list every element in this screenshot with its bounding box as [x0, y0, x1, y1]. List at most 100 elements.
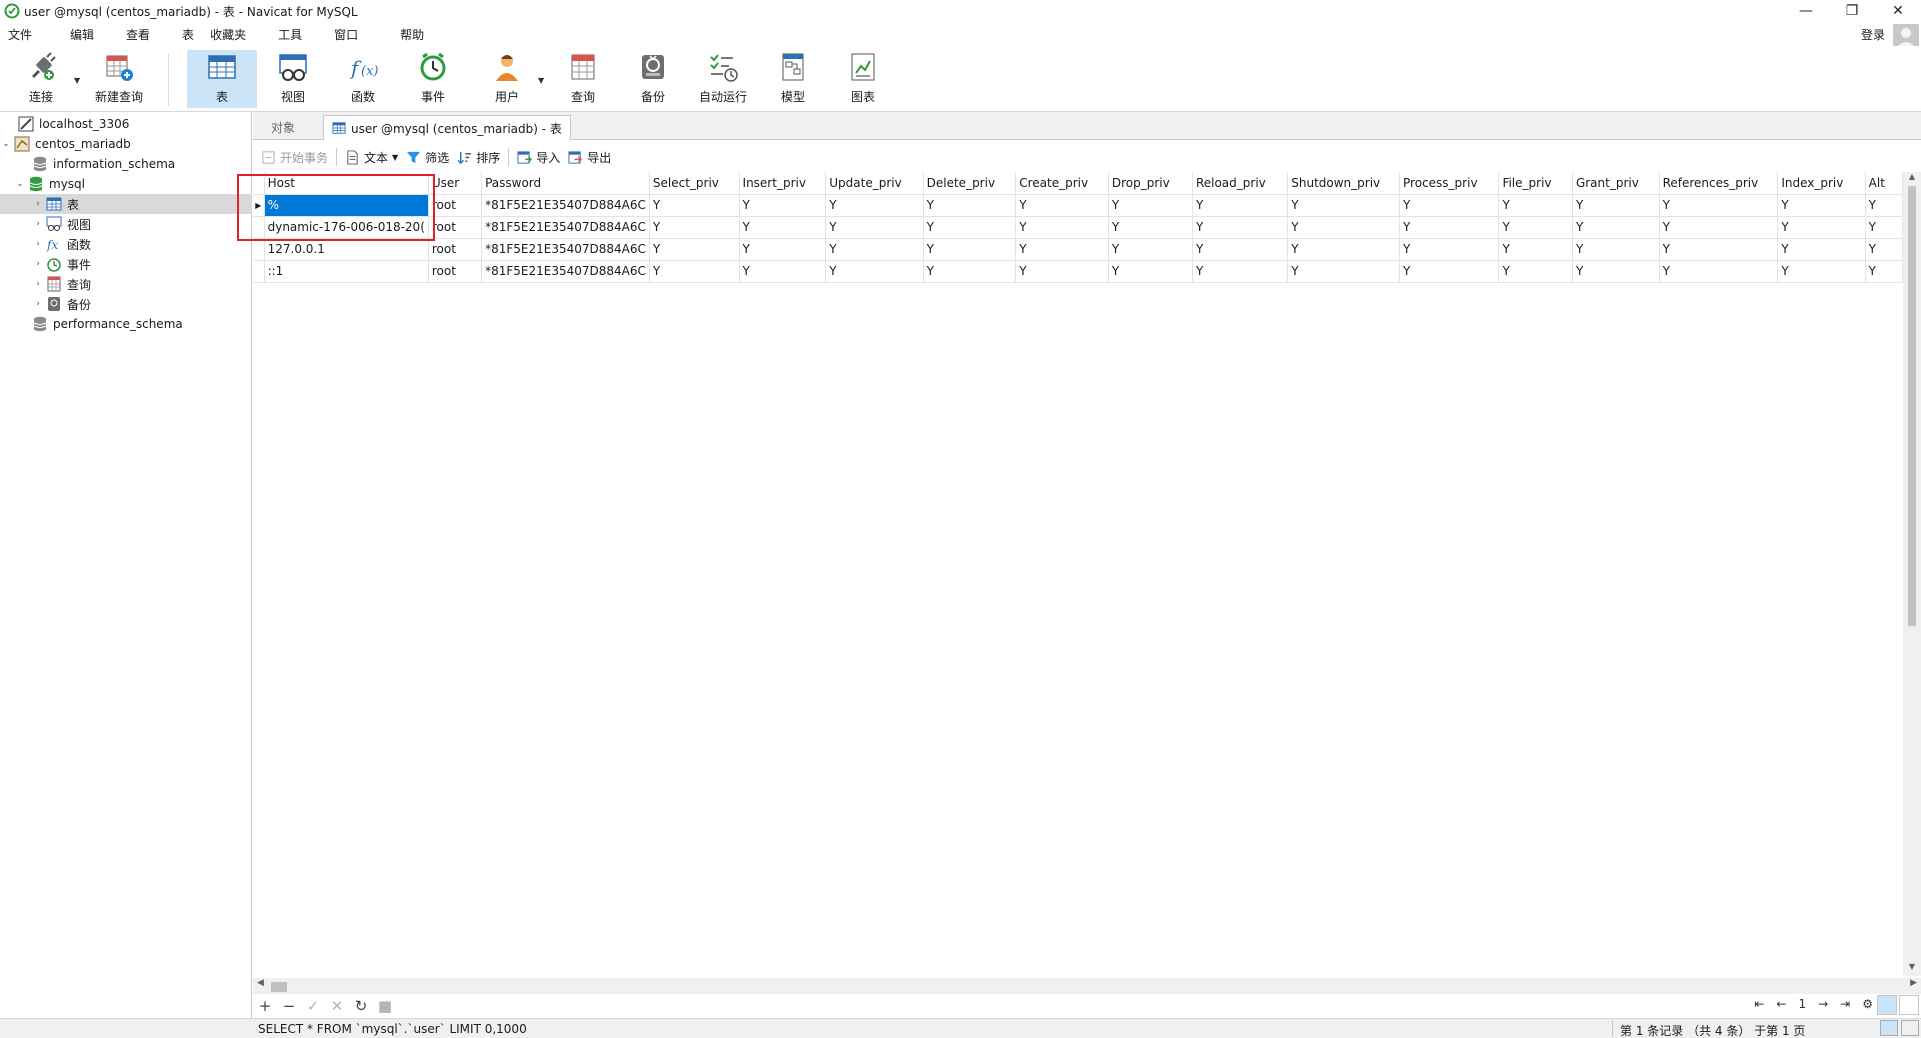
table-cell[interactable]: Y — [739, 260, 827, 283]
row-indicator[interactable] — [253, 260, 265, 283]
settings-gear-icon[interactable]: ⚙ — [1862, 997, 1873, 1011]
table-cell[interactable]: 127.0.0.1 — [264, 238, 429, 261]
connect-dropdown-icon[interactable]: ▼ — [74, 76, 80, 85]
column-header-update-priv[interactable]: Update_priv — [825, 172, 924, 195]
sort-button[interactable]: 排序 — [457, 149, 500, 166]
table-cell[interactable]: Y — [1498, 194, 1573, 217]
table-cell[interactable]: Y — [1108, 260, 1193, 283]
table-cell[interactable]: Y — [1287, 238, 1401, 261]
table-cell[interactable]: Y — [923, 216, 1017, 239]
menu-tools[interactable]: 工具 — [270, 26, 310, 43]
menu-table[interactable]: 表 — [174, 26, 202, 43]
table-cell[interactable]: Y — [1659, 238, 1779, 261]
table-cell[interactable]: Y — [1777, 238, 1866, 261]
column-header-host[interactable]: Host — [264, 172, 429, 195]
table-cell[interactable]: Y — [1192, 238, 1289, 261]
table-cell[interactable]: Y — [1287, 194, 1401, 217]
table-cell[interactable]: Y — [1399, 260, 1500, 283]
table-cell[interactable]: Y — [1777, 216, 1866, 239]
delete-record-button[interactable]: − — [277, 997, 301, 1015]
table-cell[interactable]: root — [428, 216, 483, 239]
table-cell[interactable]: Y — [1192, 260, 1289, 283]
page-number[interactable]: 1 — [1798, 997, 1806, 1011]
table-cell[interactable]: Y — [1572, 238, 1660, 261]
table-cell[interactable]: Y — [1192, 194, 1289, 217]
tab-user-table[interactable]: user @mysql (centos_mariadb) - 表 — [323, 115, 571, 140]
column-header-process-priv[interactable]: Process_priv — [1399, 172, 1500, 195]
table-cell[interactable]: Y — [1399, 194, 1500, 217]
text-dropdown-icon[interactable]: ▼ — [392, 153, 398, 162]
table-cell[interactable]: Y — [825, 216, 924, 239]
table-cell[interactable]: Y — [1287, 216, 1401, 239]
prev-page-button[interactable]: ← — [1776, 997, 1786, 1011]
table-cell[interactable]: Y — [825, 194, 924, 217]
table-cell[interactable]: Y — [1572, 260, 1660, 283]
tree-item-backups[interactable]: › 备份 — [32, 294, 91, 314]
user-button[interactable]: 用户 — [472, 50, 542, 108]
chevron-right-icon[interactable]: › — [32, 199, 44, 209]
login-link[interactable]: 登录 — [1861, 26, 1885, 43]
tree-item-mysql[interactable]: ⌄ mysql — [14, 174, 85, 194]
last-page-button[interactable]: ⇥ — [1840, 997, 1850, 1011]
text-button[interactable]: 文本 ▼ — [345, 149, 398, 166]
column-header-delete-priv[interactable]: Delete_priv — [923, 172, 1017, 195]
menu-help[interactable]: 帮助 — [392, 26, 432, 43]
menu-favorites[interactable]: 收藏夹 — [202, 26, 254, 43]
minimize-button[interactable]: — — [1783, 0, 1829, 22]
current-row-arrow-icon[interactable]: ▶ — [253, 194, 265, 217]
column-header-shutdown-priv[interactable]: Shutdown_priv — [1287, 172, 1401, 195]
scroll-down-icon[interactable]: ▼ — [1903, 962, 1921, 976]
table-cell[interactable]: Y — [1498, 216, 1573, 239]
table-cell[interactable]: Y — [739, 216, 827, 239]
filter-button[interactable]: 筛选 — [406, 149, 449, 166]
chevron-right-icon[interactable]: › — [32, 279, 44, 289]
query-button[interactable]: 查询 — [548, 50, 618, 108]
table-cell[interactable]: Y — [1399, 238, 1500, 261]
table-cell[interactable]: Y — [923, 238, 1017, 261]
chart-button[interactable]: 图表 — [828, 50, 898, 108]
vertical-scroll-thumb[interactable] — [1908, 186, 1916, 626]
import-button[interactable]: 导入 — [517, 149, 560, 166]
form-view-icon[interactable] — [1899, 995, 1919, 1015]
vertical-scrollbar[interactable]: ▲ ▼ — [1903, 172, 1921, 976]
table-cell[interactable]: Y — [1015, 260, 1109, 283]
tree-item-views[interactable]: › 视图 — [32, 214, 91, 234]
chevron-right-icon[interactable]: › — [32, 259, 44, 269]
autorun-button[interactable]: 自动运行 — [688, 50, 758, 108]
tree-item-information-schema[interactable]: information_schema — [18, 154, 175, 174]
table-cell[interactable]: Y — [649, 238, 740, 261]
user-avatar-icon[interactable] — [1893, 24, 1919, 48]
table-cell[interactable]: Y — [739, 238, 827, 261]
table-cell[interactable]: Y — [1015, 216, 1109, 239]
table-cell[interactable]: Y — [923, 194, 1017, 217]
tab-objects[interactable]: 对象 — [263, 115, 319, 140]
column-header-file-priv[interactable]: File_priv — [1498, 172, 1573, 195]
new-query-button[interactable]: 新建查询 — [84, 50, 154, 108]
table-cell[interactable]: Y — [649, 194, 740, 217]
backup-button[interactable]: 备份 — [618, 50, 688, 108]
table-cell[interactable]: Y — [1659, 194, 1779, 217]
scroll-right-icon[interactable]: ▶ — [1910, 978, 1917, 988]
table-cell[interactable]: Y — [1659, 260, 1779, 283]
table-cell[interactable]: Y — [1865, 238, 1903, 261]
column-header-insert-priv[interactable]: Insert_priv — [739, 172, 827, 195]
tree-item-events[interactable]: › 事件 — [32, 254, 91, 274]
table-cell[interactable]: Y — [1108, 238, 1193, 261]
table-cell[interactable]: Y — [1399, 216, 1500, 239]
menu-window[interactable]: 窗口 — [326, 26, 366, 43]
row-indicator[interactable] — [253, 238, 265, 261]
table-cell[interactable]: Y — [923, 260, 1017, 283]
table-cell[interactable]: Y — [1108, 216, 1193, 239]
connect-button[interactable]: 连接 — [8, 50, 74, 108]
table-cell[interactable]: ::1 — [264, 260, 429, 283]
begin-transaction-button[interactable]: 开始事务 — [261, 149, 328, 166]
table-row[interactable]: ▶% root *81F5E21E35407D884A6C Y Y Y Y Y Y Y Y Y Y Y Y Y… — [253, 194, 1903, 217]
column-header-user[interactable]: User — [428, 172, 483, 195]
menu-view[interactable]: 查看 — [118, 26, 158, 43]
chevron-down-icon[interactable]: ⌄ — [0, 139, 12, 149]
apply-changes-button[interactable]: ✓ — [301, 997, 325, 1015]
column-header-references-priv[interactable]: References_priv — [1659, 172, 1779, 195]
table-button[interactable]: 表 — [187, 50, 257, 108]
column-header-index-priv[interactable]: Index_priv — [1777, 172, 1866, 195]
table-cell[interactable]: Y — [1015, 194, 1109, 217]
